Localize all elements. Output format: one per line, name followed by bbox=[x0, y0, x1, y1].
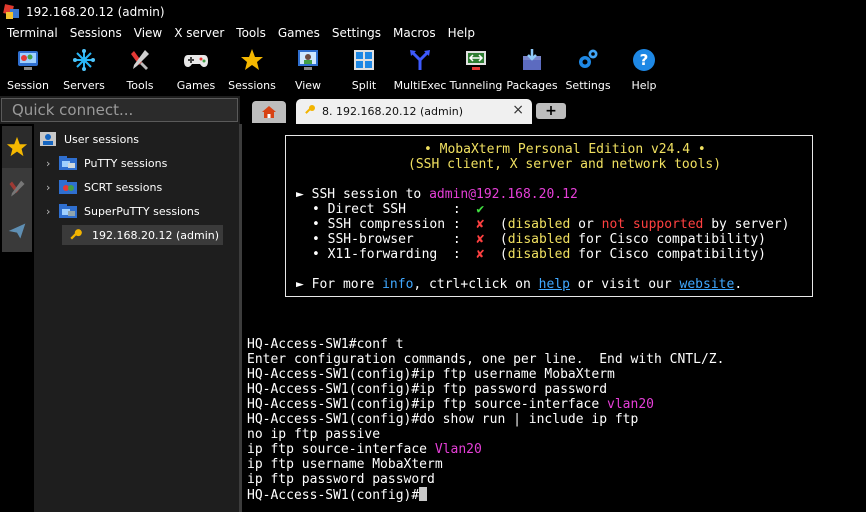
star-icon bbox=[239, 47, 265, 73]
toolbar: Session Servers Tools Games Sessions Vie… bbox=[0, 43, 866, 96]
banner-ssh-line: ► SSH session to admin@192.168.20.12 bbox=[296, 187, 578, 202]
menu-sessions[interactable]: Sessions bbox=[64, 23, 128, 43]
user-sessions-icon bbox=[38, 130, 58, 148]
menu-macros[interactable]: Macros bbox=[387, 23, 442, 43]
tree-folder-scrt[interactable]: › SCRT sessions bbox=[46, 177, 162, 197]
home-icon bbox=[262, 106, 276, 118]
website-link[interactable]: website bbox=[680, 277, 735, 292]
tools-button[interactable]: Tools bbox=[112, 43, 168, 96]
putty-sessions-icon bbox=[58, 154, 78, 172]
home-tab[interactable] bbox=[252, 101, 286, 123]
info-link[interactable]: info bbox=[382, 277, 413, 292]
svg-text:?: ? bbox=[640, 51, 649, 69]
send-icon bbox=[8, 223, 26, 239]
quick-connect-box bbox=[1, 98, 238, 122]
banner-x11-forwarding: • X11-forwarding : ✘ (disabled for Cisco… bbox=[312, 247, 766, 262]
banner-title: • MobaXterm Personal Edition v24.4 • bbox=[424, 142, 706, 157]
sessions-sidebar: User sessions › PuTTY sessions › SCRT se… bbox=[34, 124, 240, 512]
vtab-macros[interactable] bbox=[2, 210, 32, 252]
session-tab-active[interactable]: 8. 192.168.20.12 (admin) × bbox=[296, 99, 532, 124]
tabs-bar: 8. 192.168.20.12 (admin) × + bbox=[240, 96, 866, 124]
help-link[interactable]: help bbox=[539, 277, 570, 292]
chevron-right-icon[interactable]: › bbox=[46, 157, 58, 170]
vtab-tools[interactable] bbox=[2, 168, 32, 210]
servers-button[interactable]: Servers bbox=[56, 43, 112, 96]
tools-icon bbox=[9, 180, 25, 197]
banner-subtitle: (SSH client, X server and network tools) bbox=[408, 157, 722, 172]
mobaxterm-app-icon[interactable] bbox=[3, 3, 20, 20]
banner-ssh-browser: • SSH-browser : ✘ (disabled for Cisco co… bbox=[312, 232, 766, 247]
scrt-sessions-icon bbox=[58, 178, 78, 196]
terminal-line: HQ-Access-SW1(config)#ip ftp password pa… bbox=[247, 382, 608, 397]
menu-help[interactable]: Help bbox=[442, 23, 481, 43]
terminal-line: HQ-Access-SW1(config)#ip ftp source-inte… bbox=[247, 397, 654, 412]
menu-tools[interactable]: Tools bbox=[230, 23, 272, 43]
games-button[interactable]: Games bbox=[168, 43, 224, 96]
terminal-cursor bbox=[419, 487, 428, 501]
session-button[interactable]: Session bbox=[0, 43, 56, 96]
help-button[interactable]: ? Help bbox=[616, 43, 672, 96]
settings-button[interactable]: Settings bbox=[560, 43, 616, 96]
servers-icon bbox=[71, 47, 97, 73]
terminal-line: ip ftp username MobaXterm bbox=[247, 457, 443, 472]
quick-connect-input[interactable] bbox=[2, 99, 237, 121]
star-icon bbox=[6, 136, 28, 157]
new-tab-button[interactable]: + bbox=[536, 103, 566, 119]
terminal-line: HQ-Access-SW1(config)#ip ftp username Mo… bbox=[247, 367, 615, 382]
ssh-key-icon bbox=[66, 226, 86, 244]
title-bar: 192.168.20.12 (admin) bbox=[0, 0, 866, 23]
menu-settings[interactable]: Settings bbox=[326, 23, 387, 43]
terminal-line: Enter configuration commands, one per li… bbox=[247, 352, 725, 367]
help-icon: ? bbox=[631, 47, 657, 73]
packages-icon bbox=[519, 47, 545, 73]
banner-direct-ssh: • Direct SSH : ✔ bbox=[312, 202, 485, 217]
menu-terminal[interactable]: Terminal bbox=[1, 23, 64, 43]
menu-view[interactable]: View bbox=[128, 23, 168, 43]
terminal-line: ip ftp password password bbox=[247, 472, 435, 487]
tree-folder-superputty[interactable]: › SuperPuTTY sessions bbox=[46, 201, 200, 221]
menu-games[interactable]: Games bbox=[272, 23, 326, 43]
chevron-right-icon[interactable]: › bbox=[46, 181, 58, 194]
terminal-line: ip ftp source-interface Vlan20 bbox=[247, 442, 482, 457]
multiexec-icon bbox=[407, 47, 433, 73]
sessions-button[interactable]: Sessions bbox=[224, 43, 280, 96]
tree-folder-putty[interactable]: › PuTTY sessions bbox=[46, 153, 167, 173]
menu-bar: Terminal Sessions View X server Tools Ga… bbox=[0, 23, 866, 43]
terminal-line: HQ-Access-SW1(config)#do show run | incl… bbox=[247, 412, 639, 427]
banner-more-info: ► For more info, ctrl+click on help or v… bbox=[296, 277, 743, 292]
tree-session-192-168-20-12[interactable]: 192.168.20.12 (admin) bbox=[62, 225, 224, 245]
terminal-prompt-line: HQ-Access-SW1(config)# bbox=[247, 487, 428, 503]
terminal-line: HQ-Access-SW1#conf t bbox=[247, 337, 404, 352]
session-tab-label: 8. 192.168.20.12 (admin) bbox=[322, 105, 464, 118]
split-button[interactable]: Split bbox=[336, 43, 392, 96]
split-icon bbox=[351, 47, 377, 73]
window-title: 192.168.20.12 (admin) bbox=[26, 4, 165, 19]
vertical-tab-strip bbox=[0, 124, 34, 512]
session-icon bbox=[15, 47, 41, 73]
superputty-sessions-icon bbox=[58, 202, 78, 220]
tools-icon bbox=[127, 47, 153, 73]
settings-icon bbox=[575, 47, 601, 73]
terminal-line: no ip ftp passive bbox=[247, 427, 381, 442]
multiexec-button[interactable]: MultiExec bbox=[392, 43, 448, 96]
vtab-sessions[interactable] bbox=[2, 126, 32, 168]
games-icon bbox=[183, 47, 209, 73]
view-icon bbox=[295, 47, 321, 73]
terminal-area[interactable]: • MobaXterm Personal Edition v24.4 • (SS… bbox=[242, 124, 866, 512]
chevron-right-icon[interactable]: › bbox=[46, 205, 58, 218]
packages-button[interactable]: Packages bbox=[504, 43, 560, 96]
tunneling-icon bbox=[463, 47, 489, 73]
close-tab-icon[interactable]: × bbox=[512, 102, 524, 118]
banner-ssh-compression: • SSH compression : ✘ (disabled or not s… bbox=[312, 217, 790, 232]
ssh-key-icon bbox=[304, 104, 316, 119]
menu-x-server[interactable]: X server bbox=[168, 23, 230, 43]
tunneling-button[interactable]: Tunneling bbox=[448, 43, 504, 96]
view-button[interactable]: View bbox=[280, 43, 336, 96]
tree-user-sessions[interactable]: User sessions bbox=[38, 129, 139, 149]
